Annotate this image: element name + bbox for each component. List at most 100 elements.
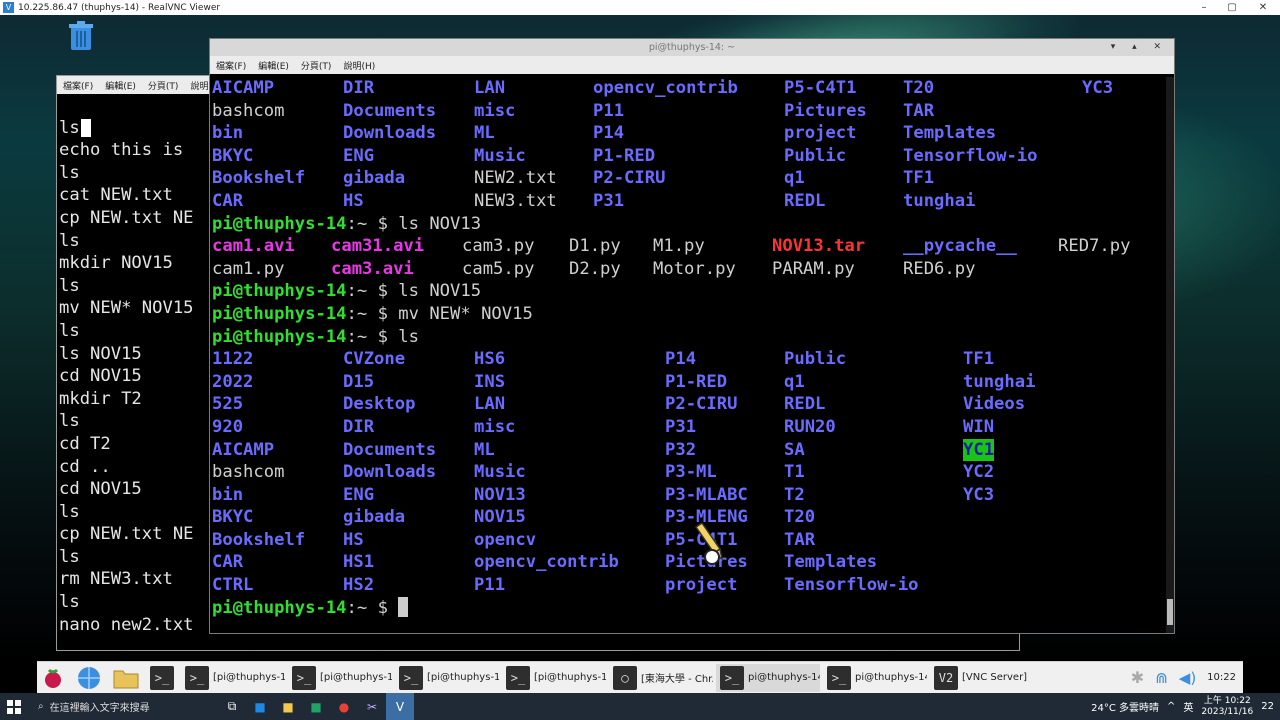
terminal-output[interactable]: AICAMP DIR LAN opencv_contrib P5-C4T1 T20 YC3 b…	[212, 77, 1166, 633]
directory-entry: gibada	[343, 507, 406, 528]
directory-entry: project	[784, 123, 857, 144]
command-text: ls	[398, 326, 419, 347]
menu-edit[interactable]: 編輯(E)	[258, 59, 289, 72]
panel-task-button[interactable]: >_ [pi@thuphys-1...	[502, 664, 606, 692]
vnc-app-icon: V	[3, 2, 14, 13]
snipping-tool-icon[interactable]: ✂	[358, 693, 386, 720]
directory-entry: q1	[784, 168, 805, 189]
terminal-icon: >_	[720, 665, 744, 690]
directory-entry: CTRL	[212, 575, 254, 596]
bluetooth-icon[interactable]: ✱	[1127, 664, 1148, 692]
menu-help[interactable]: 說明(H)	[343, 59, 375, 72]
vnc-titlebar: V 10.225.86.47 (thuphys-14) - RealVNC Vi…	[0, 0, 1280, 15]
directory-entry: opencv_contrib	[593, 78, 738, 98]
taskbar-date[interactable]: 2023/11/16	[1201, 707, 1253, 718]
weather-widget[interactable]: 24°C 多雲時晴	[1091, 699, 1159, 714]
panel-task-label: [VNC Server]	[962, 672, 1028, 683]
file-entry: cam3.avi	[331, 258, 414, 279]
directory-entry: CAR	[212, 552, 244, 573]
panel-task-button[interactable]: >_ pi@thuphys-14...	[823, 664, 927, 692]
terminal-icon: >_	[292, 665, 316, 690]
prompt-user: pi@thuphys-14	[212, 597, 347, 618]
directory-entry: P31	[665, 416, 697, 437]
directory-entry: LAN	[474, 394, 506, 415]
scrollbar-thumb[interactable]	[1167, 599, 1173, 625]
ime-indicator[interactable]: 英	[1183, 699, 1193, 714]
directory-entry: P5-C4T1	[784, 78, 857, 98]
panel-task-button[interactable]: >_ [pi@thuphys-1...	[181, 664, 285, 692]
panel-clock[interactable]: 10:22	[1203, 664, 1240, 692]
directory-entry: T2	[784, 484, 805, 505]
directory-entry: P32	[665, 439, 697, 460]
ls-output-row: bin ENG NOV13 P3-MLABC T2 YC3	[212, 484, 1166, 507]
explorer-icon[interactable]: ■	[274, 693, 302, 720]
file-manager-icon[interactable]	[109, 664, 143, 692]
menu-file[interactable]: 檔案(F)	[63, 79, 93, 92]
directory-entry: Public	[784, 145, 847, 166]
panel-task-button[interactable]: >_ pi@thuphys-14...	[716, 663, 820, 692]
menu-tabs[interactable]: 分頁(T)	[301, 59, 332, 72]
file-entry: cam31.avi	[331, 236, 425, 257]
directory-entry: T20	[903, 78, 935, 98]
directory-entry: Pictures	[784, 100, 867, 121]
menu-help[interactable]: 說明	[190, 79, 208, 92]
search-box[interactable]: ⌕ 在這裡輸入文字來搜尋	[28, 693, 218, 720]
notification-badge[interactable]: 22	[1261, 701, 1274, 712]
tray-chevron-icon[interactable]: ^	[1167, 701, 1175, 712]
volume-icon[interactable]: ◀)	[1175, 664, 1200, 692]
start-button[interactable]	[0, 693, 28, 720]
ls-output-row: Bookshelf HS opencv P5-C4T1 TAR	[212, 529, 1166, 552]
directory-entry: Documents	[343, 439, 437, 460]
front-titlebar[interactable]: pi@thuphys-14: ~ ▾ ▴ ✕	[210, 39, 1174, 56]
directory-entry: NOV13	[474, 484, 526, 505]
directory-entry: tunghai	[963, 371, 1036, 392]
outlook-icon[interactable]: ■	[246, 693, 274, 720]
taskbar-time[interactable]: 上午 10:22	[1204, 696, 1251, 707]
maximize-button[interactable]: ▢	[1215, 0, 1249, 15]
menu-file[interactable]: 檔案(F)	[216, 59, 246, 72]
panel-task-label: [pi@thuphys-1...	[534, 672, 606, 683]
prompt-line: pi@thuphys-14:~ $ ls NOV15	[212, 280, 1166, 303]
directory-entry: 525	[212, 394, 244, 415]
panel-task-label: [pi@thuphys-1...	[320, 672, 392, 683]
menu-tabs[interactable]: 分頁(T)	[148, 79, 179, 92]
panel-task-button[interactable]: >_ [pi@thuphys-1...	[288, 664, 392, 692]
terminal-cursor[interactable]	[398, 596, 409, 617]
excel-icon[interactable]: ■	[302, 693, 330, 720]
directory-entry: opencv_contrib	[474, 552, 619, 573]
file-entry: cam3.py	[462, 236, 535, 257]
search-icon: ⌕	[38, 701, 44, 712]
ls-output-row: bashcom Downloads Music P3-ML T1 YC2	[212, 461, 1166, 484]
file-entry: cam1.avi	[212, 236, 295, 257]
trash-icon[interactable]	[68, 21, 94, 51]
panel-task-button[interactable]: >_ [pi@thuphys-1...	[395, 664, 499, 692]
ls-output-row: bashcom Documents misc P11 Pictures TAR	[212, 100, 1166, 123]
panel-task-button[interactable]: >_	[146, 664, 178, 692]
directory-entry: NOV15	[474, 507, 526, 528]
terminal-scrollbar[interactable]	[1166, 77, 1174, 633]
menu-edit[interactable]: 編輯(E)	[105, 79, 136, 92]
panel-task-button[interactable]: V2 [VNC Server]	[930, 664, 1034, 692]
window-controls[interactable]: ▾ ▴ ✕	[1111, 39, 1168, 56]
panel-task-label: pi@thuphys-14...	[748, 672, 820, 683]
directory-entry: misc	[474, 100, 516, 121]
wifi-icon[interactable]: ⋒	[1151, 664, 1172, 692]
vnc-viewer-icon[interactable]: V	[386, 693, 414, 720]
chrome-icon[interactable]: ●	[330, 693, 358, 720]
directory-entry: Videos	[963, 394, 1026, 415]
prompt-symbol: :~ $	[346, 281, 399, 302]
task-view-icon[interactable]: ⧉	[218, 693, 246, 720]
raspberry-menu-icon[interactable]	[37, 664, 69, 692]
browser-globe-icon[interactable]	[72, 664, 106, 692]
ls-output-row: bin Downloads ML P14 project Templates	[212, 122, 1166, 145]
panel-task-button[interactable]: ◯ [東海大學 - Chr...	[609, 664, 713, 692]
close-button[interactable]: ✕	[1246, 0, 1280, 15]
directory-entry: P11	[474, 575, 506, 596]
prompt-line: pi@thuphys-14:~ $ ls	[212, 326, 1166, 349]
panel-task-label: [pi@thuphys-1...	[427, 672, 499, 683]
directory-entry: P2-CIRU	[665, 394, 738, 415]
directory-entry: __pycache__	[903, 236, 1017, 257]
front-menubar: 檔案(F) 編輯(E) 分頁(T) 說明(H)	[210, 56, 1174, 74]
directory-entry: ENG	[343, 484, 375, 505]
directory-entry: Templates	[784, 552, 878, 573]
